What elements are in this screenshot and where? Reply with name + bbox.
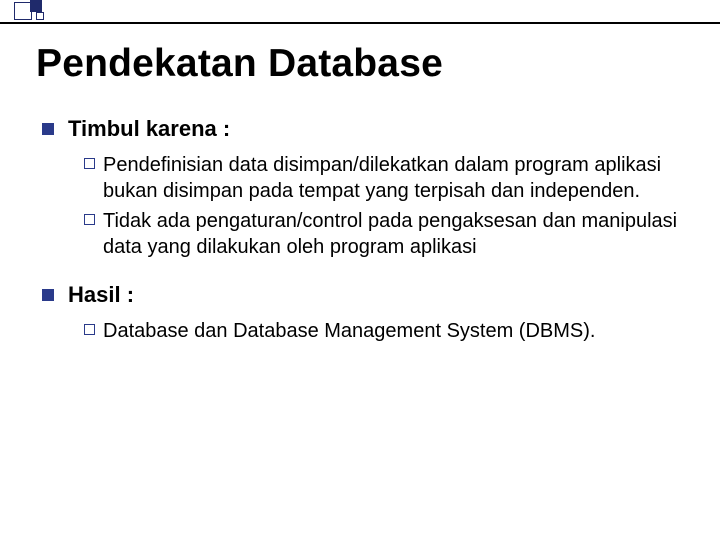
section-heading: Timbul karena : [68,116,230,142]
list-item-text: Tidak ada pengaturan/control pada pengak… [103,208,684,260]
slide-title: Pendekatan Database [36,42,684,86]
section-items: Pendefinisian data disimpan/dilekatkan d… [84,152,684,260]
deco-square [30,0,42,12]
list-item-text: Pendefinisian data disimpan/dilekatkan d… [103,152,684,204]
sub-bullet-icon [84,214,95,225]
bullet-icon [42,123,54,135]
list-item-text: Database dan Database Management System … [103,318,684,344]
slide-body: Pendekatan Database Timbul karena : Pend… [0,0,720,386]
list-item: Database dan Database Management System … [84,318,684,344]
list-item: Tidak ada pengaturan/control pada pengak… [84,208,684,260]
deco-line [0,22,720,24]
sub-bullet-icon [84,324,95,335]
list-item: Pendefinisian data disimpan/dilekatkan d… [84,152,684,204]
header-decoration [0,0,720,26]
bullet-icon [42,289,54,301]
deco-square [36,12,44,20]
sub-bullet-icon [84,158,95,169]
section-heading: Hasil : [68,282,134,308]
section-items: Database dan Database Management System … [84,318,684,344]
section-heading-row: Timbul karena : [36,116,684,142]
section-heading-row: Hasil : [36,282,684,308]
